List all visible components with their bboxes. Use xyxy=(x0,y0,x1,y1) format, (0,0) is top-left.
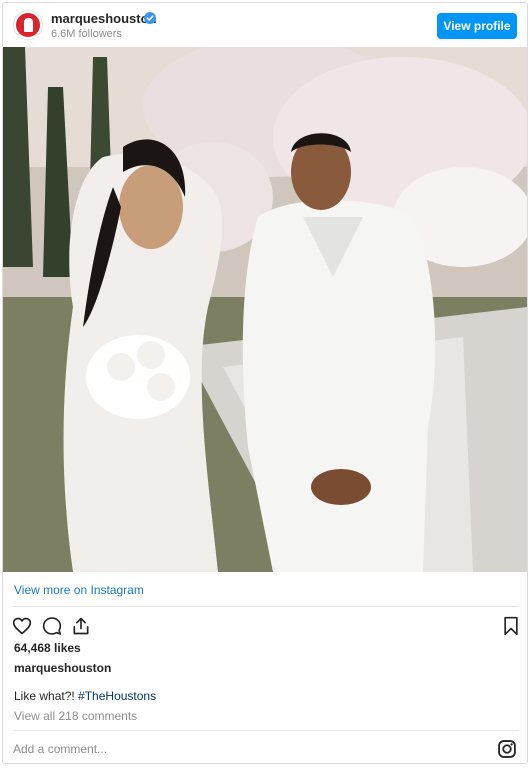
avatar[interactable] xyxy=(14,11,42,39)
post-photo[interactable] xyxy=(3,47,527,572)
hashtag-link[interactable]: #TheHoustons xyxy=(78,689,156,703)
verified-badge-icon xyxy=(144,12,156,24)
avatar-logo-icon xyxy=(23,18,33,32)
bookmark-icon[interactable] xyxy=(500,615,522,637)
follower-count: 6.6M followers xyxy=(51,28,122,40)
view-comments-link[interactable]: View all 218 comments xyxy=(14,709,137,723)
view-more-link[interactable]: View more on Instagram xyxy=(14,583,144,597)
heart-icon[interactable] xyxy=(11,615,33,637)
caption: Like what?! #TheHoustons xyxy=(14,689,156,703)
comment-bar xyxy=(3,732,527,763)
action-bar xyxy=(3,615,527,639)
instagram-icon[interactable] xyxy=(497,739,517,759)
like-count[interactable]: 64,468 likes xyxy=(14,641,81,655)
caption-text: Like what?! xyxy=(14,689,79,703)
view-profile-button[interactable]: View profile xyxy=(437,13,517,39)
caption-username[interactable]: marqueshouston xyxy=(14,661,111,675)
divider xyxy=(13,730,519,731)
username[interactable]: marqueshouston xyxy=(51,11,156,26)
wedding-photo xyxy=(3,47,527,572)
instagram-embed: marqueshouston 6.6M followers View profi… xyxy=(2,2,528,764)
divider xyxy=(13,606,519,607)
comment-input[interactable] xyxy=(13,739,483,759)
comment-icon[interactable] xyxy=(41,615,63,637)
post-header: marqueshouston 6.6M followers View profi… xyxy=(3,3,527,47)
share-icon[interactable] xyxy=(70,615,92,637)
